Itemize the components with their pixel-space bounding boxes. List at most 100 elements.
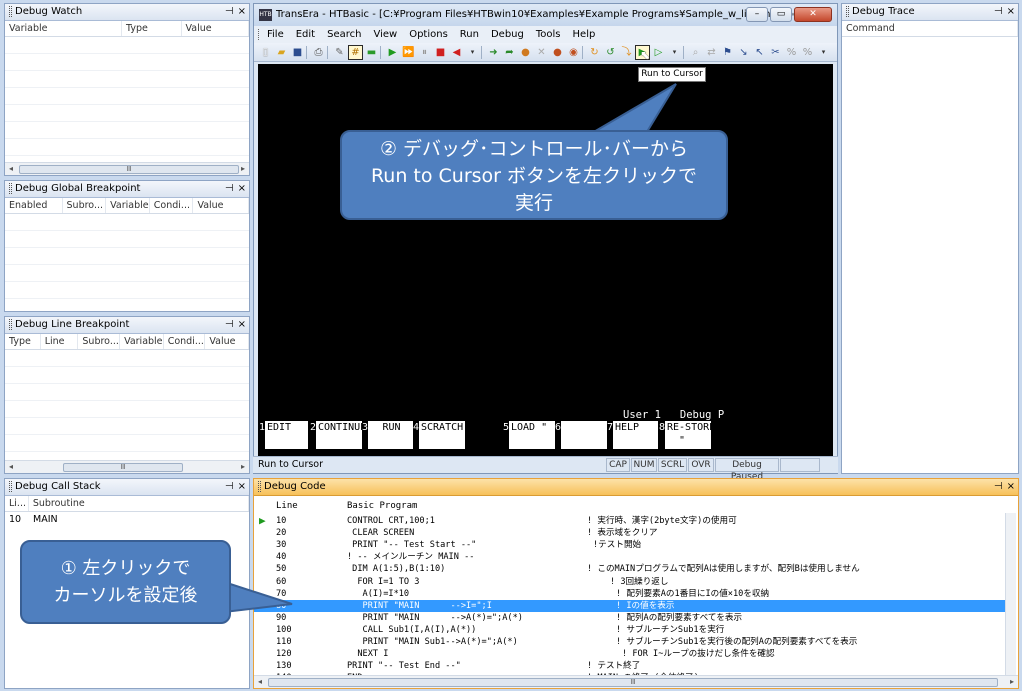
softkey-load[interactable]: LOAD " — [509, 421, 555, 449]
col-subroutine[interactable]: Subro... — [78, 334, 121, 349]
code-line-row[interactable]: 90 PRINT "MAIN -->A(*)=";A(*)! 配列Aの配列要素す… — [254, 612, 1006, 624]
menu-options[interactable]: Options — [409, 29, 448, 40]
toolbar-overflow-icon[interactable]: ▾ — [816, 45, 831, 60]
code-line-row[interactable]: ▶ 10 CONTROL CRT,100;1 ! 実行時、漢字(2byte文字)の使用… — [254, 515, 1006, 527]
scroll-thumb[interactable]: Ⅲ — [63, 463, 183, 472]
close-icon[interactable]: × — [1007, 481, 1015, 492]
col-type[interactable]: Type — [122, 21, 182, 36]
step-into-icon[interactable]: ↻ — [587, 45, 602, 60]
run-icon[interactable]: ▶ — [385, 45, 400, 60]
col-value[interactable]: Value — [205, 334, 249, 349]
comment-icon[interactable]: % — [784, 45, 799, 60]
softkey-scratch[interactable]: SCRATCH — [419, 421, 465, 449]
clear-breakpoint-icon[interactable]: ✕ — [534, 45, 549, 60]
pin-icon[interactable]: ⊣ — [225, 481, 234, 492]
open-folder-icon[interactable]: ▰ — [274, 45, 289, 60]
menu-help[interactable]: Help — [573, 29, 596, 40]
menu-tools[interactable]: Tools — [536, 29, 561, 40]
softkey-6[interactable] — [561, 421, 607, 449]
col-command[interactable]: Command — [842, 21, 1018, 36]
col-condition[interactable]: Condi... — [164, 334, 206, 349]
code-line-row[interactable]: 130 PRINT "-- Test End --" ! テスト終了 — [254, 660, 1006, 672]
code-line-row[interactable]: 80 PRINT "MAIN -->I=";I! Iの値を表示 — [254, 599, 1006, 612]
col-variable[interactable]: Variable — [106, 198, 150, 213]
code-line-row[interactable]: 120 NEXT I ! FOR I~ループの抜けだし条件を確認 — [254, 648, 1006, 660]
scroll-thumb[interactable]: Ⅲ — [268, 678, 998, 687]
step-back-icon[interactable]: ⤵ — [619, 45, 634, 60]
col-value[interactable]: Value — [182, 21, 249, 36]
vertical-scrollbar[interactable] — [1005, 513, 1016, 676]
scroll-thumb[interactable]: Ⅲ — [19, 165, 239, 174]
scroll-right-icon[interactable]: ▸ — [237, 163, 249, 175]
code-line-row[interactable]: 70 A(I)=I*10! 配列要素Aの1番目にIの値×10を収納 — [254, 588, 1006, 600]
softkey-continue[interactable]: CONTINUE — [316, 421, 366, 449]
line-bp-grid[interactable] — [5, 350, 249, 460]
toolbar-overflow-icon[interactable]: ▾ — [667, 45, 682, 60]
number-icon[interactable]: # — [348, 44, 363, 60]
pin-icon[interactable]: ⊣ — [994, 481, 1003, 492]
col-variable[interactable]: Variable — [5, 21, 123, 36]
scroll-right-icon[interactable]: ▸ — [1006, 676, 1018, 688]
softkey-edit[interactable]: EDIT — [265, 421, 308, 449]
continue-icon[interactable]: ⏩ — [401, 45, 416, 60]
watch-grid[interactable] — [5, 37, 249, 162]
code-line-row[interactable]: 100 CALL Sub1(I,A(I),A(*)) ! サブルーチンSub1を実… — [254, 624, 1006, 636]
table-row[interactable]: 10 MAIN — [5, 512, 249, 528]
menu-search[interactable]: Search — [327, 29, 361, 40]
col-line[interactable]: Line — [41, 334, 79, 349]
pause-icon[interactable]: ⏸ — [417, 45, 432, 60]
window-titlebar[interactable]: HTB TransEra - HTBasic - [C:¥Program Fil… — [254, 4, 837, 26]
col-enabled[interactable]: Enabled — [5, 198, 63, 213]
softkey-run[interactable]: RUN — [368, 421, 413, 449]
col-variable[interactable]: Variable — [120, 334, 164, 349]
close-icon[interactable]: × — [238, 6, 246, 17]
watch-icon[interactable]: ● — [550, 45, 565, 60]
step-over-icon[interactable]: ➦ — [502, 45, 517, 60]
menu-view[interactable]: View — [373, 29, 397, 40]
edit-icon[interactable]: ✎ — [332, 45, 347, 60]
new-file-icon[interactable]: ▯ — [258, 45, 273, 60]
col-subroutine[interactable]: Subro... — [63, 198, 107, 213]
close-window-button[interactable]: ✕ — [794, 7, 832, 22]
bookmark-icon[interactable]: ⚑ — [720, 45, 735, 60]
col-type[interactable]: Type — [5, 334, 41, 349]
softkey-restore[interactable]: RE-STORE " — [665, 421, 715, 449]
global-bp-grid[interactable] — [5, 214, 249, 310]
close-icon[interactable]: × — [238, 183, 246, 194]
col-line[interactable]: Li... — [5, 496, 29, 511]
code-line-row[interactable]: 30 PRINT "-- Test Start --" !テスト開始 — [254, 539, 1006, 551]
step-icon[interactable]: ➜ — [486, 45, 501, 60]
output-screen[interactable] — [258, 64, 833, 456]
col-value[interactable]: Value — [193, 198, 249, 213]
close-icon[interactable]: × — [238, 481, 246, 492]
step-out-icon[interactable]: ↺ — [603, 45, 618, 60]
menu-edit[interactable]: Edit — [296, 29, 315, 40]
replace-icon[interactable]: ⇄ — [704, 45, 719, 60]
breakpoint-icon[interactable]: ● — [518, 45, 533, 60]
restore-button[interactable]: ▭ — [770, 7, 792, 22]
toolbar-overflow-icon[interactable]: ▾ — [465, 45, 480, 60]
menu-run[interactable]: Run — [460, 29, 479, 40]
screen-icon[interactable]: ▬ — [364, 45, 379, 60]
clear-bookmarks-icon[interactable]: ✂ — [768, 45, 783, 60]
col-subroutine[interactable]: Subroutine — [29, 496, 249, 511]
code-line-row[interactable]: 20 CLEAR SCREEN ! 表示域をクリア — [254, 527, 1006, 539]
code-line-row[interactable]: 40 ! -- メインルーチン MAIN -- — [254, 551, 1006, 563]
scroll-right-icon[interactable]: ▸ — [237, 461, 249, 473]
menu-file[interactable]: File — [267, 29, 284, 40]
save-icon[interactable]: ■ — [290, 45, 305, 60]
find-icon[interactable]: ⌕ — [688, 45, 703, 60]
close-icon[interactable]: × — [238, 319, 246, 330]
reset-icon[interactable]: ◀ — [449, 45, 464, 60]
scroll-left-icon[interactable]: ◂ — [5, 163, 17, 175]
pin-icon[interactable]: ⊣ — [994, 6, 1003, 17]
scroll-left-icon[interactable]: ◂ — [5, 461, 17, 473]
menu-debug[interactable]: Debug — [491, 29, 524, 40]
pin-icon[interactable]: ⊣ — [225, 183, 234, 194]
horizontal-scrollbar[interactable]: ◂ Ⅲ ▸ — [5, 162, 249, 175]
code-line-row[interactable]: 110 PRINT "MAIN Sub1-->A(*)=";A(*) ! サブルー… — [254, 636, 1006, 648]
run-to-end-icon[interactable]: ▷ — [651, 45, 666, 60]
pin-icon[interactable]: ⊣ — [225, 319, 234, 330]
code-line-row[interactable]: 60 FOR I=1 TO 3! 3回繰り返し — [254, 576, 1006, 588]
trace-icon[interactable]: ◉ — [566, 45, 581, 60]
